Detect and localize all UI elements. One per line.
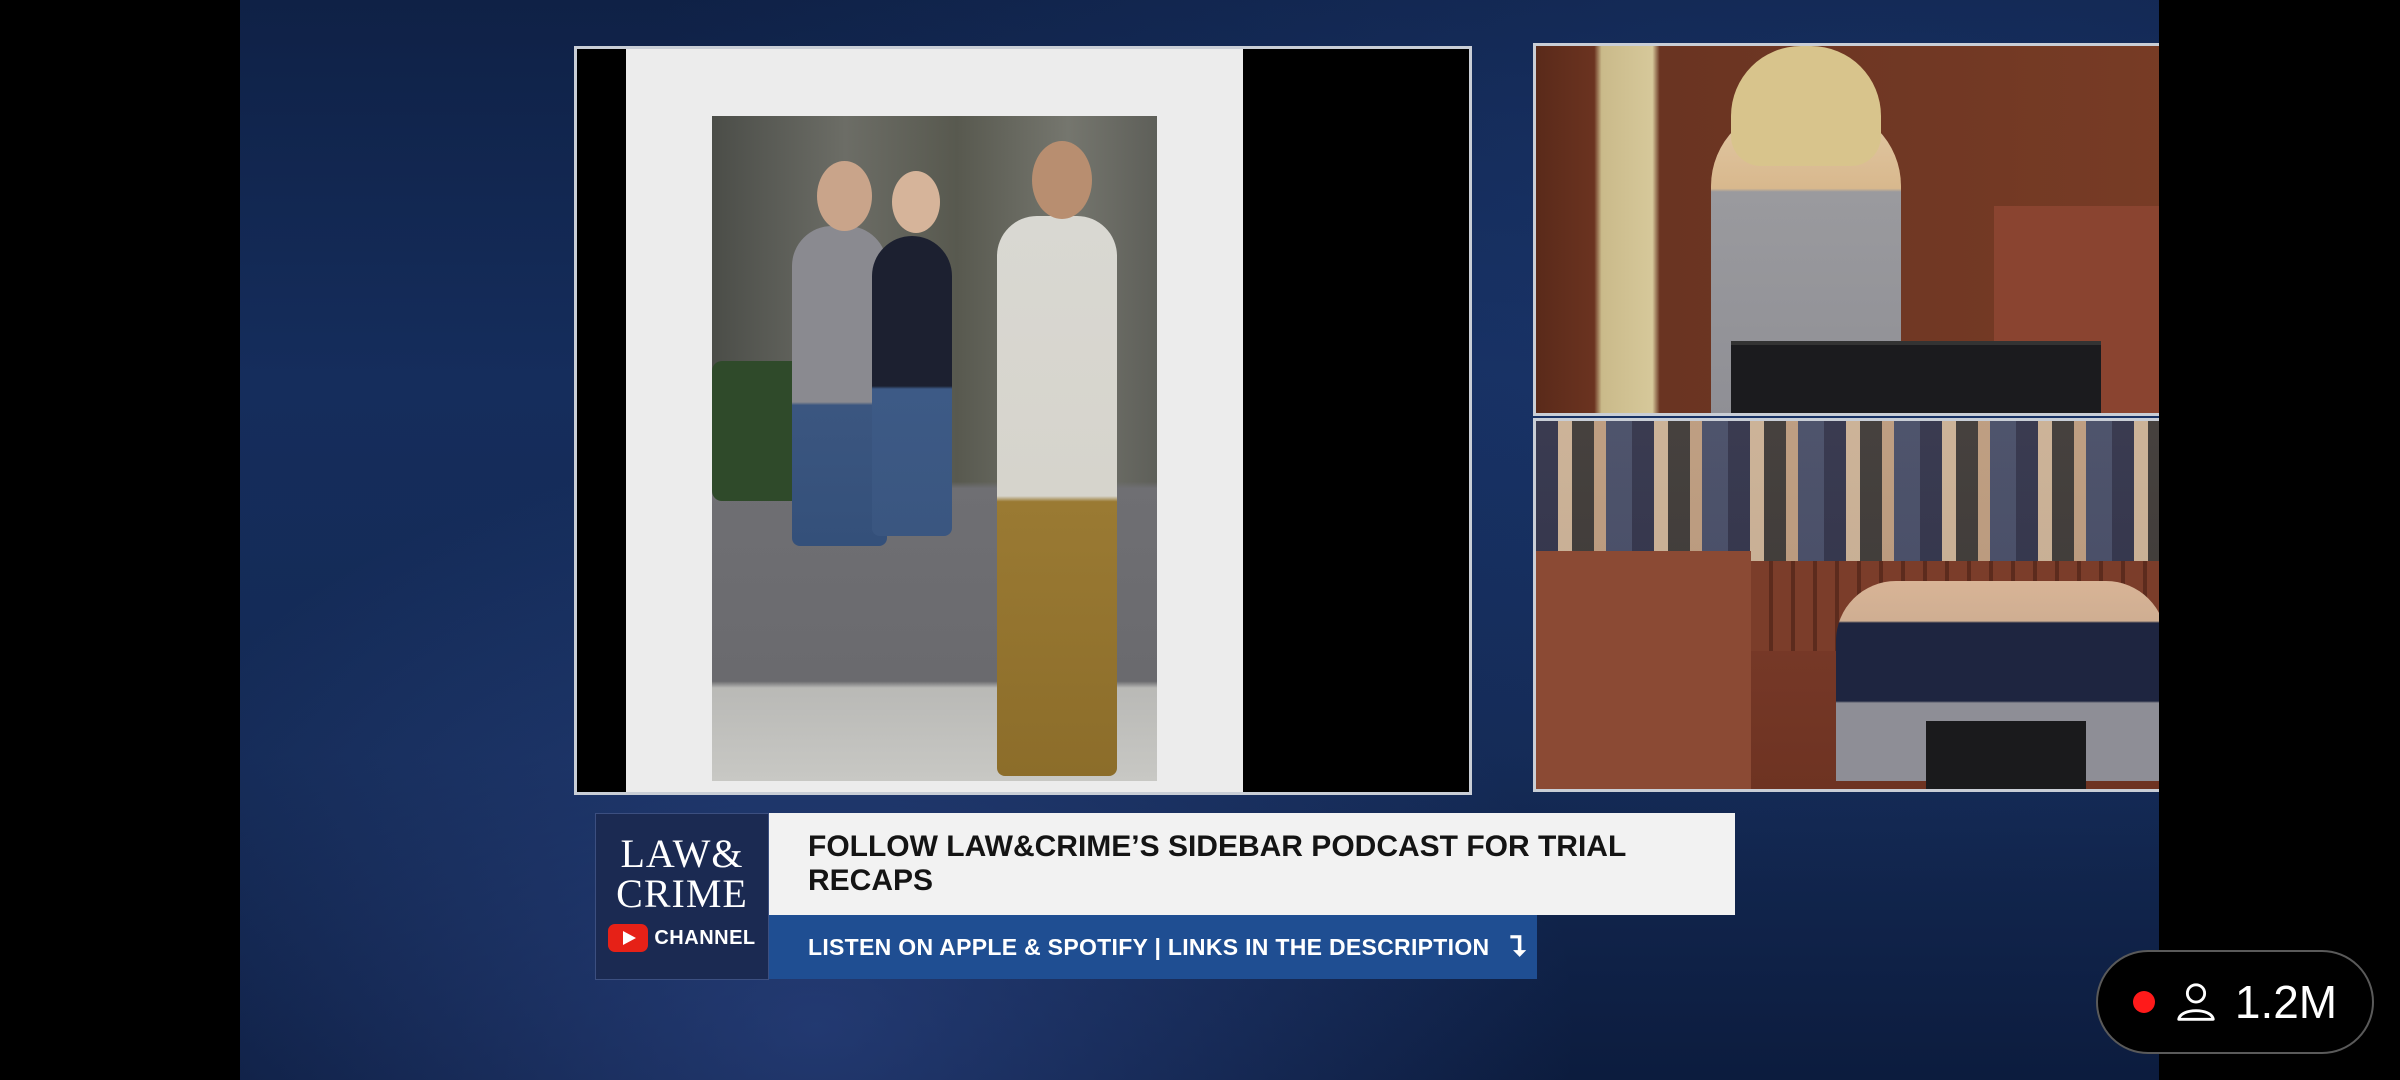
person-head [817,161,872,231]
person-icon [2177,983,2215,1021]
logo-channel-text: CHANNEL [654,926,756,949]
counsel-monitor [1926,721,2086,789]
subline-bar: LISTEN ON APPLE & SPOTIFY | LINKS IN THE… [769,915,1537,979]
hedge [712,361,802,501]
channel-logo: LAW& CRIME CHANNEL [595,813,769,980]
subline-text: LISTEN ON APPLE & SPOTIFY | LINKS IN THE… [808,933,1490,960]
courtroom-camera-panel [1533,418,2159,792]
person-head [892,171,940,233]
viewer-count: 1.2M [2234,976,2338,1028]
logo-line-2: CRIME [616,871,748,916]
person-figure [872,236,952,536]
witness-camera-panel [1533,43,2159,416]
live-viewer-count-badge[interactable]: 1.2M [2096,950,2374,1054]
podium [1536,551,1751,789]
arrow-down-icon: ⮧ [1509,930,1527,962]
courtroom-gallery [1536,421,2159,571]
witness-monitor [1731,341,2101,413]
video-player[interactable]: LAW& CRIME CHANNEL FOLLOW LAW&CRIME’S SI… [240,0,2159,1080]
logo-line-1: LAW& [620,831,744,876]
youtube-play-icon [608,924,649,952]
person-head [1032,141,1092,219]
headline-text: FOLLOW LAW&CRIME’S SIDEBAR PODCAST FOR T… [769,813,1735,915]
exhibit-photo [712,116,1157,781]
youtube-channel-mark: CHANNEL [596,924,768,952]
exhibit-panel [574,46,1472,795]
live-dot-icon [2132,991,2155,1013]
person-figure [997,216,1117,776]
witness-hair [1731,46,1881,166]
